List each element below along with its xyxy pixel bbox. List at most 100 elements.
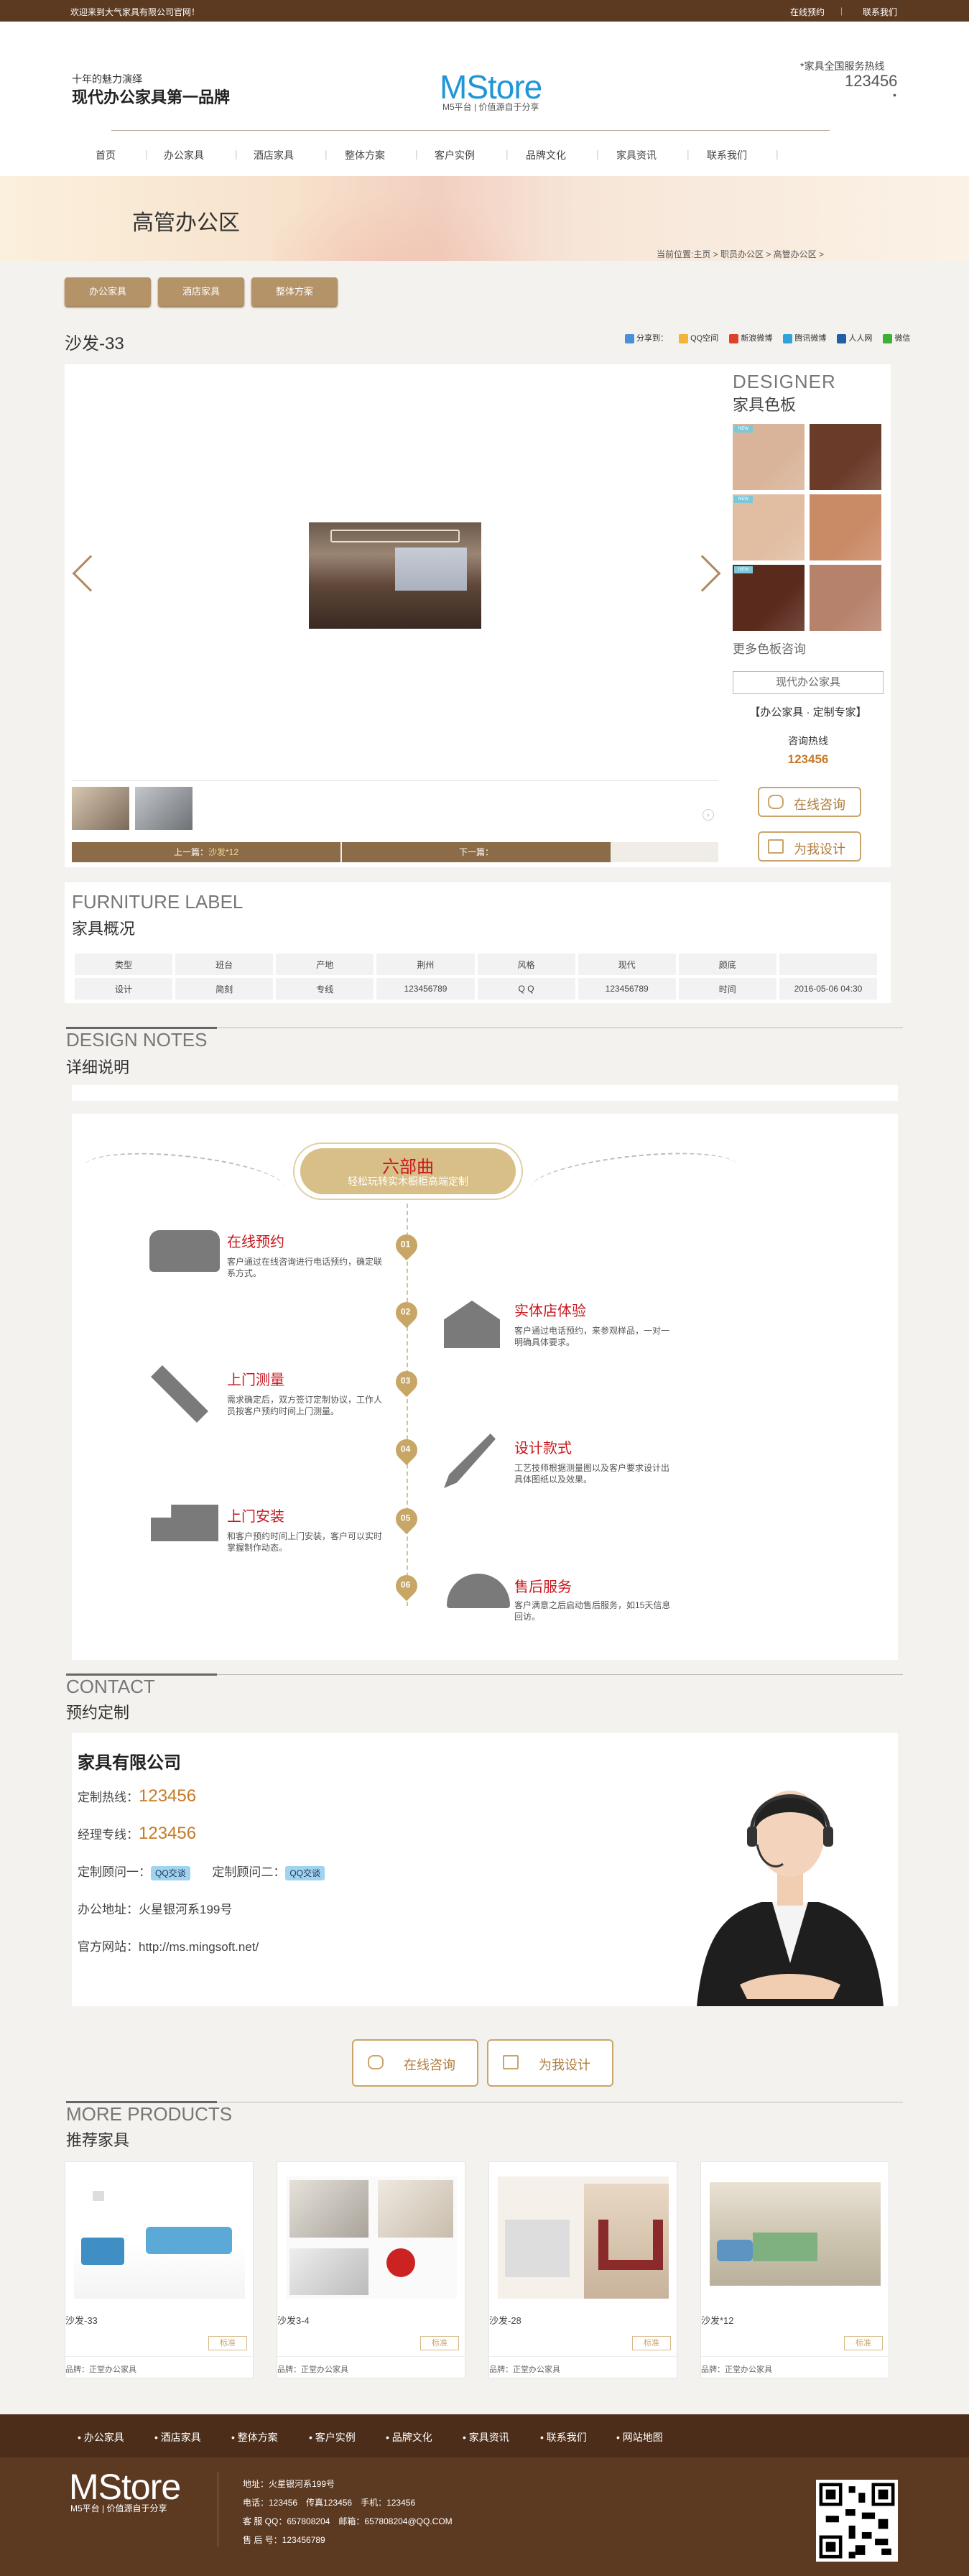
- color-swatch[interactable]: [810, 565, 881, 631]
- share-weibo[interactable]: 新浪微博: [729, 333, 776, 343]
- nav-item-solutions[interactable]: 整体方案: [345, 148, 385, 162]
- share-tencent-weibo[interactable]: 腾讯微博: [783, 333, 830, 343]
- official-website[interactable]: 官方网站：http://ms.mingsoft.net/: [78, 1936, 259, 1954]
- step-desc: 客户满意之后启动售后服务，如15天信息回访。: [514, 1600, 671, 1622]
- top-link-divider: |: [840, 6, 843, 16]
- product-title: 沙发-33: [65, 334, 124, 354]
- modern-furniture-button[interactable]: 现代办公家具: [733, 671, 884, 694]
- nav-item-home[interactable]: 首页: [96, 148, 116, 162]
- gallery-thumbnail[interactable]: [72, 787, 129, 830]
- book-icon: [768, 839, 784, 854]
- nav-item-brand[interactable]: 品牌文化: [526, 148, 566, 162]
- nav-item-hotel[interactable]: 酒店家具: [254, 148, 294, 162]
- thumbnail-next-icon[interactable]: ›: [703, 809, 714, 821]
- top-link-contact[interactable]: 联系我们: [863, 6, 897, 18]
- office-address: 办公地址：火星银河系199号: [78, 1903, 233, 1916]
- nav-item-cases[interactable]: 客户实例: [435, 148, 475, 162]
- step-title: 售后服务: [514, 1579, 572, 1595]
- online-consult-button[interactable]: 在线咨询: [352, 2039, 478, 2087]
- step-desc: 和客户预约时间上门安装，客户可以实时掌握制作动态。: [227, 1531, 383, 1553]
- step-title: 实体店体验: [514, 1303, 586, 1319]
- product-tag: 标准: [420, 2336, 459, 2350]
- chat-bubble-icon: [768, 795, 784, 809]
- telephone-icon: [149, 1230, 220, 1272]
- hotline-label: *家具全国服务热线: [800, 60, 885, 72]
- table-row: 类型 班台 产地 荆州 风格 现代 颜底: [75, 954, 877, 975]
- footer-qq: 客 服 QQ：657808204 邮箱：657808204@QQ.COM: [243, 2516, 453, 2526]
- nav-item-contact[interactable]: 联系我们: [707, 148, 747, 162]
- footer-service: 售 后 号：123456789: [243, 2535, 325, 2545]
- attr-value: 123456789: [376, 978, 475, 1000]
- timeline-line: [407, 1204, 408, 1606]
- product-brand: 品牌：正堂办公家具: [65, 2365, 136, 2374]
- product-thumbnail[interactable]: [74, 2176, 245, 2299]
- tencent-weibo-icon: [783, 333, 793, 343]
- color-swatch[interactable]: NEW: [733, 565, 805, 631]
- design-for-me-button[interactable]: 为我设计: [487, 2039, 613, 2087]
- footer-nav-item[interactable]: • 家具资讯: [463, 2430, 509, 2445]
- category-button-hotel[interactable]: 酒店家具: [158, 277, 244, 306]
- footer-nav-item[interactable]: • 品牌文化: [386, 2430, 432, 2445]
- product-name[interactable]: 沙发*12: [701, 2313, 734, 2327]
- step-desc: 需求确定后，双方签订定制协议，工作人员按客户预约时间上门测量。: [227, 1395, 383, 1416]
- product-card[interactable]: 沙发-33 标准 品牌：正堂办公家具: [65, 2161, 254, 2378]
- product-card[interactable]: 沙发-28 标准 品牌：正堂办公家具: [488, 2161, 677, 2378]
- product-card[interactable]: 沙发3-4 标准 品牌：正堂办公家具: [277, 2161, 465, 2378]
- renren-icon: [837, 333, 847, 343]
- attr-value: 班台: [175, 954, 274, 975]
- attr-key: 风格: [477, 954, 575, 975]
- nav-item-news[interactable]: 家具资讯: [616, 148, 657, 162]
- swatch-new-tag: NEW: [734, 496, 753, 503]
- footer-nav-item[interactable]: • 酒店家具: [154, 2430, 201, 2445]
- footer-logo-tagline: M5平台 | 价值源自于分享: [70, 2503, 167, 2513]
- product-name[interactable]: 沙发-28: [489, 2313, 521, 2327]
- color-swatch[interactable]: NEW: [733, 424, 805, 490]
- share-bar: 分享到： QQ空间 新浪微博 腾讯微博 人人网 微信: [625, 332, 919, 343]
- attr-value: [779, 954, 877, 975]
- prev-article-link[interactable]: 上一篇：沙发*12: [72, 842, 340, 862]
- label-subtitle: 家具概况: [72, 920, 136, 938]
- footer-nav-item[interactable]: • 联系我们: [540, 2430, 587, 2445]
- category-button-solutions[interactable]: 整体方案: [251, 277, 338, 306]
- product-name[interactable]: 沙发3-4: [277, 2313, 310, 2327]
- more-products-title: MORE PRODUCTS: [66, 2103, 233, 2125]
- pill-subtitle: 轻松玩转实木橱柜高端定制: [348, 1176, 468, 1187]
- share-renren[interactable]: 人人网: [837, 333, 876, 343]
- footer-nav-item[interactable]: • 客户实例: [309, 2430, 356, 2445]
- qq-chat-badge[interactable]: QQ交谈: [151, 1865, 190, 1880]
- online-consult-button[interactable]: 在线咨询: [758, 787, 861, 817]
- attr-key: 时间: [678, 978, 776, 1000]
- color-swatch[interactable]: [810, 494, 881, 560]
- step-desc: 客户通过电话预约，来参观样品，一对一明确具体要求。: [514, 1326, 670, 1347]
- attribute-table: 类型 班台 产地 荆州 风格 现代 颜底 设计 简刻 专线 123456789 Q Q 12…: [72, 951, 880, 1002]
- attr-value: 现代: [578, 954, 676, 975]
- share-qzone[interactable]: QQ空间: [679, 333, 723, 343]
- product-card[interactable]: 沙发*12 标准 品牌：正堂办公家具: [700, 2161, 889, 2378]
- color-swatch[interactable]: NEW: [733, 494, 805, 560]
- footer-nav: • 办公家具 • 酒店家具 • 整体方案 • 客户实例 • 品牌文化 • 家具资…: [0, 2414, 969, 2457]
- footer-nav-item[interactable]: • 办公家具: [78, 2430, 124, 2445]
- product-thumbnail[interactable]: [710, 2182, 881, 2286]
- product-thumbnail[interactable]: [286, 2176, 457, 2299]
- notes-subtitle: 详细说明: [66, 1058, 130, 1076]
- nav-item-office[interactable]: 办公家具: [164, 148, 204, 162]
- color-swatch[interactable]: [810, 424, 881, 490]
- footer-nav-item[interactable]: • 整体方案: [231, 2430, 278, 2445]
- company-name: 家具有限公司: [78, 1753, 181, 1773]
- attr-value: 2016-05-06 04:30: [779, 978, 877, 1000]
- design-for-me-button[interactable]: 为我设计: [758, 831, 861, 862]
- qq-chat-badge[interactable]: QQ交谈: [285, 1865, 325, 1880]
- step-title: 在线预约: [227, 1234, 284, 1250]
- more-colors-link[interactable]: 更多色板咨询: [733, 639, 806, 657]
- footer-nav-item[interactable]: • 网站地图: [616, 2430, 663, 2445]
- top-link-booking[interactable]: 在线预约: [790, 6, 825, 18]
- breadcrumb[interactable]: 当前位置:主页 > 职员办公区 > 高管办公区 >: [657, 248, 824, 260]
- next-article-link[interactable]: 下一篇：: [342, 842, 611, 862]
- product-main-image[interactable]: [309, 522, 481, 629]
- wechat-icon: [883, 333, 893, 343]
- gallery-thumbnail[interactable]: [135, 787, 193, 830]
- category-button-office[interactable]: 办公家具: [65, 277, 151, 306]
- share-wechat[interactable]: 微信: [883, 333, 914, 343]
- product-name[interactable]: 沙发-33: [65, 2313, 98, 2327]
- product-thumbnail[interactable]: [498, 2176, 669, 2299]
